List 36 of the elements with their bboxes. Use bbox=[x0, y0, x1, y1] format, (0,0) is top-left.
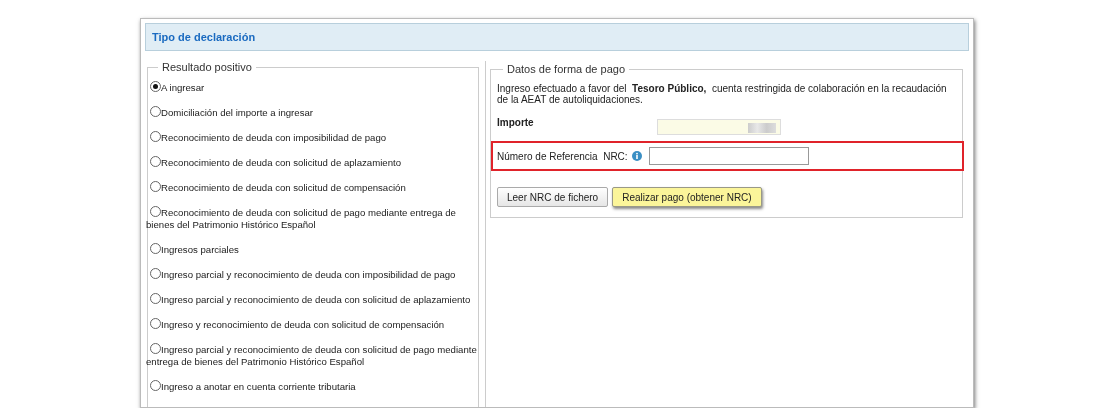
radio-option[interactable]: Reconocimiento de deuda con imposibilidad de pago bbox=[146, 131, 478, 144]
radio-icon[interactable] bbox=[150, 131, 161, 142]
nrc-input-field[interactable] bbox=[649, 147, 809, 165]
radio-option[interactable]: Ingresos parciales bbox=[146, 243, 478, 256]
blurred-value bbox=[748, 123, 776, 133]
radio-icon[interactable] bbox=[150, 343, 161, 354]
radio-option[interactable]: Ingreso parcial y reconocimiento de deuda con solicitud de aplazamiento bbox=[146, 293, 478, 306]
radio-option[interactable]: Ingreso parcial y reconocimiento de deuda con imposibilidad de pago bbox=[146, 268, 478, 281]
radio-option[interactable]: Reconocimiento de deuda con solicitud de aplazamiento bbox=[146, 156, 478, 169]
field-label: Importe bbox=[497, 117, 535, 128]
radio-option[interactable]: A ingresar bbox=[146, 81, 478, 94]
radio-option[interactable]: Reconocimiento de deuda con solicitud de pago mediante entrega de bienes del Patrimonio Histórico Español bbox=[146, 206, 478, 231]
field-label: Número de Referencia NRC: bbox=[497, 150, 628, 162]
radio-icon[interactable] bbox=[150, 81, 161, 92]
fieldset-legend: Resultado positivo bbox=[158, 61, 256, 73]
radio-icon[interactable] bbox=[150, 181, 161, 192]
radio-icon[interactable] bbox=[150, 206, 161, 217]
pay-button[interactable]: Realizar pago (obtener NRC) bbox=[612, 187, 762, 207]
radio-option[interactable]: Domiciliación del importe a ingresar bbox=[146, 106, 478, 119]
read-file-button[interactable]: Leer NRC de fichero bbox=[497, 187, 609, 207]
payment-description: Ingreso efectuado a favor del Tesoro Público, cuenta restringida de colaboración en la recaudación de la AEAT de autoliquidaciones. bbox=[497, 83, 948, 105]
radio-icon[interactable] bbox=[150, 106, 161, 117]
radio-option[interactable]: Ingreso y reconocimiento de deuda con solicitud de compensación bbox=[146, 318, 478, 331]
panel-title: Tipo de declaración bbox=[152, 31, 256, 43]
radio-icon[interactable] bbox=[150, 156, 161, 167]
amount-field[interactable] bbox=[657, 119, 781, 135]
info-icon[interactable] bbox=[631, 150, 642, 161]
radio-option[interactable]: Ingreso parcial y reconocimiento de deuda con solicitud de pago mediante entrega de bienes del Patrimonio Histórico Español bbox=[146, 343, 478, 368]
radio-icon[interactable] bbox=[150, 293, 161, 304]
radio-option[interactable]: Reconocimiento de deuda con solicitud de compensación bbox=[146, 181, 478, 194]
radio-option[interactable]: Ingreso a anotar en cuenta corriente tributaria bbox=[146, 380, 478, 393]
radio-icon[interactable] bbox=[150, 380, 161, 391]
radio-icon[interactable] bbox=[150, 318, 161, 329]
radio-icon[interactable] bbox=[150, 268, 161, 279]
radio-icon[interactable] bbox=[150, 243, 161, 254]
fieldset-legend: Datos de forma de pago bbox=[503, 63, 630, 75]
